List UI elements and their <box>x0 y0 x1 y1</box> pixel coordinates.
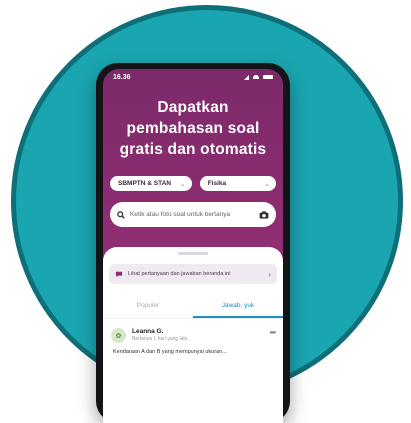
post-timestamp: Bertanya 1 hari yang lalu <box>132 336 188 342</box>
more-options-icon[interactable]: ••• <box>270 328 276 343</box>
chevron-down-icon: ⌄ <box>179 180 186 188</box>
subject-select-label: Fisika <box>207 180 227 187</box>
status-icons <box>244 74 273 80</box>
status-bar: 16.36 <box>103 69 283 85</box>
page-title: Dapatkan pembahasan soal gratis dan otom… <box>119 99 267 158</box>
author-name: Leanna G. <box>132 328 164 335</box>
tab-answer[interactable]: Jawab, yuk <box>193 302 283 318</box>
status-time: 16.36 <box>113 73 131 81</box>
battery-icon <box>263 75 273 79</box>
question-text: Kendaraan A dan B yang mempunyai ukuran.… <box>113 349 227 355</box>
wifi-icon <box>253 75 259 79</box>
filter-row: SBMPTN & STAN ⌄ Fisika ⌄ <box>110 176 276 191</box>
tab-bar: Populer Jawab, yuk <box>103 302 283 319</box>
phone-frame: 16.36 Dapatkan pembahasan soal gratis da… <box>96 63 290 423</box>
sheet-handle[interactable] <box>178 252 208 255</box>
avatar: ✿ <box>111 328 126 343</box>
app-screen: 16.36 Dapatkan pembahasan soal gratis da… <box>103 69 283 423</box>
exam-select-label: SBMPTN & STAN <box>118 180 171 187</box>
camera-icon[interactable] <box>259 210 269 219</box>
bottom-sheet: Lihat pertanyaan dan jawaban beranda ini… <box>103 247 283 423</box>
search-icon <box>117 210 125 219</box>
tab-popular[interactable]: Populer <box>103 302 193 318</box>
info-banner[interactable]: Lihat pertanyaan dan jawaban beranda ini… <box>109 264 277 284</box>
exam-select[interactable]: SBMPTN & STAN ⌄ <box>110 176 192 191</box>
chevron-down-icon: ⌄ <box>264 180 270 188</box>
search-input[interactable]: Ketik atau foto soal untuk bertanya <box>110 202 276 227</box>
search-placeholder: Ketik atau foto soal untuk bertanya <box>130 211 231 218</box>
banner-text: Lihat pertanyaan dan jawaban beranda ini <box>128 271 231 277</box>
signal-icon <box>244 74 249 80</box>
question-card[interactable]: ✿ Leanna G. Bertanya 1 hari yang lalu ••… <box>103 319 283 343</box>
post-meta: Leanna G. Bertanya 1 hari yang lalu <box>132 328 264 343</box>
chevron-right-icon: › <box>268 269 271 279</box>
subject-select[interactable]: Fisika ⌄ <box>199 176 276 191</box>
chat-icon <box>115 271 123 278</box>
